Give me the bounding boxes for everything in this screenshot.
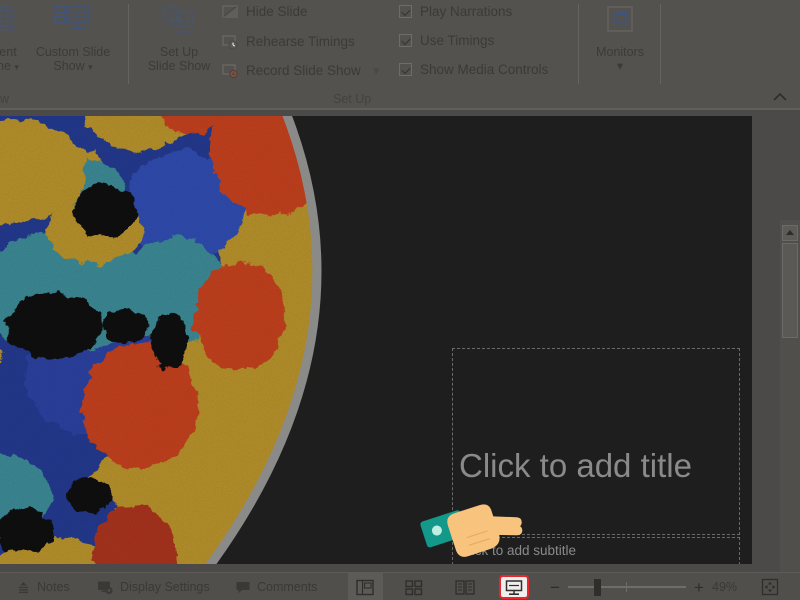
play-narrations-checkbox-row[interactable]: Play Narrations bbox=[399, 4, 512, 19]
custom-slide-show-icon bbox=[23, 4, 123, 41]
custom-slide-show-caret-icon[interactable]: ▾ bbox=[88, 62, 93, 72]
show-media-controls-checkbox[interactable] bbox=[399, 63, 412, 76]
display-settings-button[interactable]: Display Settings bbox=[97, 573, 210, 600]
zoom-in-label: + bbox=[694, 579, 704, 596]
zoom-slider-center-tick bbox=[626, 582, 627, 592]
zoom-slider-track[interactable] bbox=[568, 586, 686, 588]
clipped-tab-label: w bbox=[0, 92, 9, 106]
normal-view-icon bbox=[356, 579, 375, 596]
zoom-in-button[interactable]: + bbox=[690, 573, 708, 600]
status-bar: Notes Display Settings Comments bbox=[0, 572, 800, 600]
triangle-up-icon bbox=[783, 226, 797, 240]
use-timings-checkbox-row[interactable]: Use Timings bbox=[399, 33, 494, 48]
custom-slide-show-label-1: Custom Slide bbox=[36, 45, 110, 59]
slide-workspace: Click to add title Click to add subtitle bbox=[0, 110, 800, 572]
show-media-controls-checkbox-row[interactable]: Show Media Controls bbox=[399, 62, 548, 77]
custom-slide-show-button[interactable]: Custom Slide Show ▾ bbox=[23, 4, 123, 74]
notes-label: Notes bbox=[37, 580, 70, 594]
normal-view-button[interactable] bbox=[348, 573, 383, 600]
zoom-out-label: − bbox=[550, 579, 560, 596]
set-up-slide-show-label-2: Slide Show bbox=[148, 59, 211, 73]
rehearse-timings-button[interactable]: Rehearse Timings bbox=[221, 33, 355, 51]
hide-slide-label: Hide Slide bbox=[246, 4, 308, 20]
ribbon: ent ne ▾ Custom Slide Show ▾ bbox=[0, 0, 800, 110]
vertical-scrollbar[interactable] bbox=[780, 220, 800, 600]
fit-to-window-button[interactable] bbox=[760, 577, 780, 597]
slide-canvas[interactable]: Click to add title Click to add subtitle bbox=[0, 116, 752, 564]
display-settings-icon bbox=[97, 580, 114, 595]
ribbon-separator-2 bbox=[578, 4, 579, 84]
monitors-button[interactable]: Monitors ▾ bbox=[588, 4, 652, 73]
comments-icon bbox=[235, 580, 251, 594]
mosaic-artwork bbox=[0, 116, 420, 564]
rehearse-timings-icon bbox=[221, 33, 239, 51]
notes-icon bbox=[16, 580, 31, 595]
present-online-label-1: ent bbox=[0, 45, 17, 59]
set-up-group-label: Set Up bbox=[333, 92, 371, 106]
set-up-slide-show-icon bbox=[140, 4, 218, 41]
record-slide-show-label: Record Slide Show bbox=[246, 63, 361, 79]
title-placeholder-text: Click to add title bbox=[459, 442, 735, 489]
present-online-label-2: ne bbox=[0, 59, 11, 73]
record-slide-show-button[interactable]: Record Slide Show ▾ bbox=[221, 62, 380, 80]
fit-to-window-icon bbox=[761, 578, 779, 596]
hide-slide-icon bbox=[221, 3, 239, 21]
hide-slide-button[interactable]: Hide Slide bbox=[221, 3, 308, 21]
comments-label: Comments bbox=[257, 580, 317, 594]
scrollbar-thumb[interactable] bbox=[782, 243, 798, 338]
ribbon-separator-3 bbox=[660, 4, 661, 84]
rehearse-timings-label: Rehearse Timings bbox=[246, 34, 355, 50]
play-narrations-checkbox[interactable] bbox=[399, 5, 412, 18]
record-slide-show-icon bbox=[221, 62, 239, 80]
use-timings-label: Use Timings bbox=[420, 33, 494, 48]
ribbon-separator-1 bbox=[128, 4, 129, 84]
chevron-up-icon bbox=[770, 90, 790, 104]
monitors-icon bbox=[588, 4, 652, 41]
present-online-caret-icon[interactable]: ▾ bbox=[14, 62, 19, 72]
comments-button[interactable]: Comments bbox=[235, 573, 317, 600]
notes-button[interactable]: Notes bbox=[16, 573, 70, 600]
set-up-slide-show-label-1: Set Up bbox=[160, 45, 198, 59]
monitors-label: Monitors bbox=[588, 45, 652, 59]
show-media-controls-label: Show Media Controls bbox=[420, 62, 548, 77]
zoom-slider-thumb[interactable] bbox=[594, 579, 601, 596]
display-settings-label: Display Settings bbox=[120, 580, 210, 594]
collapse-ribbon-button[interactable] bbox=[770, 90, 790, 104]
record-slide-show-caret-icon[interactable]: ▾ bbox=[373, 63, 380, 79]
custom-slide-show-label-2: Show bbox=[53, 59, 84, 73]
zoom-out-button[interactable]: − bbox=[546, 573, 564, 600]
use-timings-checkbox[interactable] bbox=[399, 34, 412, 47]
pointing-hand-cursor bbox=[418, 487, 538, 582]
scroll-up-button[interactable] bbox=[782, 225, 798, 241]
play-narrations-label: Play Narrations bbox=[420, 4, 512, 19]
monitors-caret-icon[interactable]: ▾ bbox=[588, 59, 652, 73]
set-up-slide-show-button[interactable]: Set Up Slide Show bbox=[140, 4, 218, 73]
zoom-percentage[interactable]: 49% bbox=[712, 573, 737, 600]
